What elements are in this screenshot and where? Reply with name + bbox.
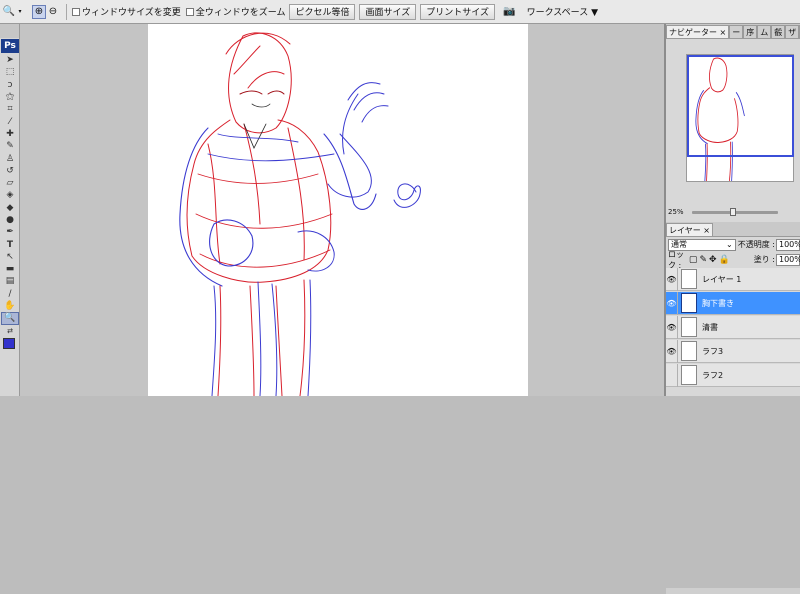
eraser-tool-icon[interactable]: ▱ [1, 177, 19, 189]
canvas-area [20, 24, 664, 397]
healing-brush-tool-icon[interactable]: ✚ [1, 128, 19, 140]
zoom-tool-icon[interactable]: 🔍 [1, 312, 19, 325]
notes-tool-icon[interactable]: ▤ [1, 275, 19, 287]
layer-name: ラフ3 [702, 346, 724, 356]
layers-panel: レイヤー × 通常 ⌄ 不透明度 : 100% ロック : ▢ ✎ ✥ 🔒 塗り … [666, 222, 800, 594]
tab-navigator[interactable]: ナビゲーター × [666, 25, 730, 38]
tab-layers[interactable]: レイヤー × [666, 223, 714, 236]
tab-extra-4[interactable]: 㲊 [771, 25, 786, 38]
layer-thumbnail [681, 269, 697, 289]
document-canvas[interactable] [148, 24, 528, 397]
zoom-all-label: 全ウィンドウをズーム [195, 8, 286, 18]
workspace-menu[interactable]: ワークスペース ▼ [527, 5, 598, 18]
clone-stamp-tool-icon[interactable]: ♙ [1, 152, 19, 164]
brush-tool-icon[interactable]: ✎ [1, 140, 19, 152]
layer-name: ラフ2 [702, 370, 724, 380]
navigator-zoom-row: 25% [666, 206, 800, 218]
eyedropper-3d-tool-icon[interactable]: / [1, 288, 19, 300]
swap-colors-icon[interactable]: ⇄ [1, 325, 19, 337]
marquee-tool-icon[interactable]: ⬚ [1, 66, 19, 78]
shape-tool-icon[interactable]: ▬ [1, 263, 19, 275]
zoom-all-checkbox[interactable]: 全ウィンドウをズーム [185, 5, 286, 18]
layer-row[interactable]: 👁 ラフ3 [666, 339, 800, 363]
chevron-down-icon: ⌄ [726, 240, 733, 249]
navigator-tabs: ナビゲーター × ー 序 ム 㲊 ザ ル 落 [666, 24, 800, 39]
fill-input[interactable]: 100% [776, 253, 800, 266]
separator [66, 3, 67, 20]
layers-footer [666, 588, 800, 594]
chevron-down-icon[interactable]: ▾ [16, 5, 24, 19]
toolbox-grip[interactable] [0, 24, 19, 38]
opacity-label: 不透明度 : [737, 240, 775, 249]
opacity-input[interactable]: 100% [776, 238, 800, 251]
ps-logo[interactable]: Ps [1, 39, 19, 53]
camera-icon[interactable]: 📷 [503, 5, 517, 19]
layers-tabs: レイヤー × [666, 222, 800, 237]
layer-row-active[interactable]: 👁 胸下書き [666, 291, 800, 315]
lock-all-icon[interactable]: 🔒 [719, 255, 730, 265]
zoom-in-icon[interactable]: ⊕ [32, 4, 46, 19]
blur-tool-icon[interactable]: ◆ [1, 202, 19, 214]
eye-icon[interactable]: 👁 [666, 339, 678, 363]
zoom-out-icon[interactable]: ⊖ [46, 5, 60, 19]
lasso-tool-icon[interactable]: ↄ [1, 79, 19, 91]
eye-icon[interactable]: 👁 [666, 267, 678, 291]
tab-extra-2[interactable]: 序 [743, 25, 758, 38]
layer-thumbnail [681, 317, 697, 337]
actual-pixels-button[interactable]: ピクセル等倍 [289, 3, 356, 20]
navigator-zoom-slider[interactable] [691, 207, 778, 216]
navigator-zoom-thumb[interactable] [729, 207, 736, 216]
sketch-drawing [179, 32, 421, 397]
tab-extra-5[interactable]: ザ [785, 25, 800, 38]
checkbox-box [185, 7, 194, 16]
history-brush-tool-icon[interactable]: ↺ [1, 165, 19, 177]
move-tool-icon[interactable]: ➤ [1, 54, 19, 66]
layer-row[interactable]: ラフ2 [666, 363, 800, 387]
hand-tool-icon[interactable]: ✋ [1, 300, 19, 312]
eye-icon[interactable]: 👁 [666, 315, 678, 339]
options-bar: 🔍 ▾ ⊕ ⊖ ウィンドウサイズを変更 全ウィンドウをズーム ピクセル等倍 画面… [0, 0, 800, 24]
opacity-value: 100% [779, 240, 800, 249]
toolbox: Ps ➤ ⬚ ↄ ⚝ ⌗ ⁄ ✚ ✎ ♙ ↺ ▱ ◈ ◆ ● ✒ T ↖ ▬ ▤… [0, 24, 20, 396]
magic-wand-tool-icon[interactable]: ⚝ [1, 91, 19, 103]
layer-row[interactable]: 👁 レイヤー 1 [666, 267, 800, 291]
paint-bucket-tool-icon[interactable]: ◈ [1, 189, 19, 201]
lock-position-icon[interactable]: ✥ [709, 255, 717, 265]
navigator-preview[interactable] [686, 54, 794, 182]
eye-hidden-icon[interactable] [666, 363, 678, 387]
navigator-zoom-value[interactable]: 25% [668, 208, 684, 216]
fit-screen-button[interactable]: 画面サイズ [359, 3, 417, 20]
eye-icon[interactable]: 👁 [666, 291, 678, 315]
pen-tool-icon[interactable]: ✒ [1, 226, 19, 238]
checkbox-box [72, 7, 80, 16]
eyedropper-tool-icon[interactable]: ⁄ [1, 115, 19, 127]
tab-extra-3[interactable]: ム [757, 25, 772, 38]
navigator-view-box[interactable] [687, 55, 794, 157]
layer-name: 胸下書き [702, 298, 734, 308]
type-tool-icon[interactable]: T [1, 238, 19, 250]
fill-label: 塗り : [753, 255, 775, 264]
print-size-button[interactable]: プリントサイズ [420, 3, 495, 20]
layer-name: レイヤー 1 [702, 274, 742, 284]
resize-windows-checkbox[interactable]: ウィンドウサイズを変更 [72, 5, 181, 18]
layer-thumbnail [681, 341, 697, 361]
lock-transparency-icon[interactable]: ▢ [689, 255, 698, 265]
lock-row: ロック : ▢ ✎ ✥ 🔒 塗り : 100% [666, 250, 800, 270]
resize-windows-label: ウィンドウサイズを変更 [82, 8, 181, 18]
zoom-tool-icon[interactable]: 🔍 [2, 5, 16, 19]
lock-pixels-icon[interactable]: ✎ [699, 255, 707, 265]
foreground-color-swatch[interactable] [3, 337, 15, 349]
tab-extra-1[interactable]: ー [729, 25, 744, 38]
layer-name: 清書 [702, 322, 718, 332]
layer-thumbnail [681, 293, 697, 313]
path-selection-tool-icon[interactable]: ↖ [1, 251, 19, 263]
crop-tool-icon[interactable]: ⌗ [1, 103, 19, 115]
layer-thumbnail [681, 365, 697, 385]
right-panels: ナビゲーター × ー 序 ム 㲊 ザ ル 落 25% レイヤー × [666, 24, 800, 594]
dodge-tool-icon[interactable]: ● [1, 214, 19, 226]
layer-row[interactable]: 👁 清書 [666, 315, 800, 339]
fill-value: 100% [779, 255, 800, 264]
